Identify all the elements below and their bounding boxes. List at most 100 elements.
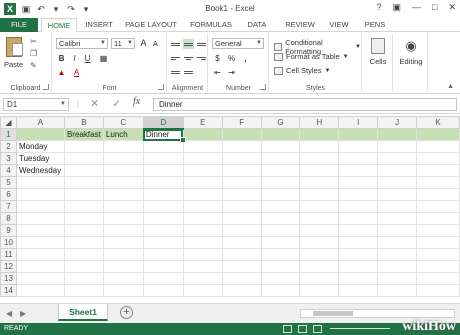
cell-d11[interactable] <box>142 248 184 261</box>
cell-c10[interactable] <box>102 236 144 249</box>
cell-b1[interactable]: Breakfast <box>63 128 104 141</box>
tab-data[interactable]: DATA <box>240 18 274 32</box>
cell-k3[interactable] <box>416 152 460 165</box>
cell-g7[interactable] <box>260 200 301 213</box>
cell-b7[interactable] <box>63 200 104 213</box>
cell-d3[interactable] <box>142 152 184 165</box>
cell-k9[interactable] <box>416 224 460 237</box>
cell-a5[interactable] <box>15 176 65 189</box>
tab-home[interactable]: HOME <box>41 18 77 33</box>
cell-a2[interactable]: Monday <box>15 140 65 153</box>
cell-b13[interactable] <box>63 272 104 285</box>
font-launcher-icon[interactable] <box>158 84 164 90</box>
align-right-icon[interactable] <box>196 53 207 63</box>
cell-g5[interactable] <box>260 176 301 189</box>
cell-f5[interactable] <box>221 176 262 189</box>
cell-k2[interactable] <box>416 140 460 153</box>
page-layout-view-icon[interactable] <box>298 325 307 333</box>
cell-g1[interactable] <box>260 128 301 141</box>
borders-icon[interactable]: ▦ <box>98 53 109 64</box>
cell-a3[interactable]: Tuesday <box>15 152 65 165</box>
cell-i14[interactable] <box>338 284 379 297</box>
cell-k8[interactable] <box>416 212 460 225</box>
cell-e13[interactable] <box>182 272 223 285</box>
cell-j5[interactable] <box>377 176 418 189</box>
cell-e9[interactable] <box>182 224 223 237</box>
column-header-g[interactable]: G <box>260 116 301 129</box>
cell-f11[interactable] <box>221 248 262 261</box>
cell-k13[interactable] <box>416 272 460 285</box>
column-header-d[interactable]: D <box>142 116 184 130</box>
cell-g9[interactable] <box>260 224 301 237</box>
clipboard-launcher-icon[interactable] <box>43 84 49 90</box>
cell-a12[interactable] <box>15 260 65 273</box>
paste-icon[interactable] <box>6 37 23 57</box>
cell-e6[interactable] <box>182 188 223 201</box>
zoom-slider[interactable] <box>330 328 390 329</box>
row-header[interactable]: 5 <box>0 176 17 189</box>
tab-review[interactable]: REVIEW <box>278 18 322 32</box>
column-header-j[interactable]: J <box>377 116 418 129</box>
add-sheet-button[interactable]: + <box>120 306 133 319</box>
help-icon[interactable]: ? <box>376 2 381 13</box>
worksheet-grid[interactable]: ◢ A B C D E F G H I J K 1 Breakfast Lunch D… <box>0 116 460 303</box>
row-header[interactable]: 8 <box>0 212 17 225</box>
cell-i1[interactable] <box>338 128 379 141</box>
cell-d1[interactable]: Dinner <box>142 128 187 143</box>
formula-input[interactable]: Dinner <box>153 98 457 111</box>
cell-c1[interactable]: Lunch <box>102 128 144 141</box>
increase-indent-icon[interactable] <box>183 67 194 77</box>
underline-button[interactable]: U <box>82 53 93 64</box>
cell-j12[interactable] <box>377 260 418 273</box>
cell-i3[interactable] <box>338 152 379 165</box>
cell-e7[interactable] <box>182 200 223 213</box>
cell-h12[interactable] <box>299 260 340 273</box>
cells-button[interactable]: Cells <box>363 38 393 66</box>
cell-styles-button[interactable]: Cell Styles ▼ <box>274 66 330 75</box>
grow-font-button[interactable]: A <box>138 38 149 49</box>
cell-f7[interactable] <box>221 200 262 213</box>
cell-k1[interactable] <box>416 128 460 141</box>
row-header[interactable]: 9 <box>0 224 17 237</box>
column-header-e[interactable]: E <box>182 116 223 129</box>
decrease-decimal-icon[interactable]: ⇥ <box>226 67 237 78</box>
cell-a1[interactable] <box>15 128 65 141</box>
cell-i9[interactable] <box>338 224 379 237</box>
next-sheet-icon[interactable]: ▶ <box>20 309 26 318</box>
bottom-align-icon[interactable] <box>196 39 207 49</box>
cell-k10[interactable] <box>416 236 460 249</box>
cell-c2[interactable] <box>102 140 144 153</box>
paste-button-label[interactable]: Paste <box>4 60 23 69</box>
cell-i7[interactable] <box>338 200 379 213</box>
cell-j9[interactable] <box>377 224 418 237</box>
cell-c11[interactable] <box>102 248 144 261</box>
cell-f14[interactable] <box>221 284 262 297</box>
cell-b3[interactable] <box>63 152 104 165</box>
horizontal-scrollbar[interactable] <box>300 309 455 318</box>
cell-b14[interactable] <box>63 284 104 297</box>
cell-b8[interactable] <box>63 212 104 225</box>
column-header-a[interactable]: A <box>15 116 65 129</box>
cell-k5[interactable] <box>416 176 460 189</box>
format-painter-icon[interactable]: ✎ <box>30 62 40 70</box>
tab-pens[interactable]: PENS <box>360 18 390 32</box>
cell-h5[interactable] <box>299 176 340 189</box>
italic-button[interactable]: I <box>69 53 80 64</box>
cell-a10[interactable] <box>15 236 65 249</box>
cell-j11[interactable] <box>377 248 418 261</box>
cell-i12[interactable] <box>338 260 379 273</box>
row-header[interactable]: 10 <box>0 236 17 249</box>
cell-e3[interactable] <box>182 152 223 165</box>
cell-e12[interactable] <box>182 260 223 273</box>
row-header[interactable]: 6 <box>0 188 17 201</box>
fill-color-icon[interactable]: ▲ <box>56 67 67 78</box>
page-break-view-icon[interactable] <box>313 325 322 333</box>
cell-f8[interactable] <box>221 212 262 225</box>
insert-function-button[interactable]: fx <box>133 96 140 107</box>
cell-b6[interactable] <box>63 188 104 201</box>
number-format-box[interactable]: General ▼ <box>212 38 264 49</box>
cell-g6[interactable] <box>260 188 301 201</box>
cell-e1[interactable] <box>182 128 223 141</box>
font-size-box[interactable]: 11 ▼ <box>111 38 135 49</box>
cell-g10[interactable] <box>260 236 301 249</box>
